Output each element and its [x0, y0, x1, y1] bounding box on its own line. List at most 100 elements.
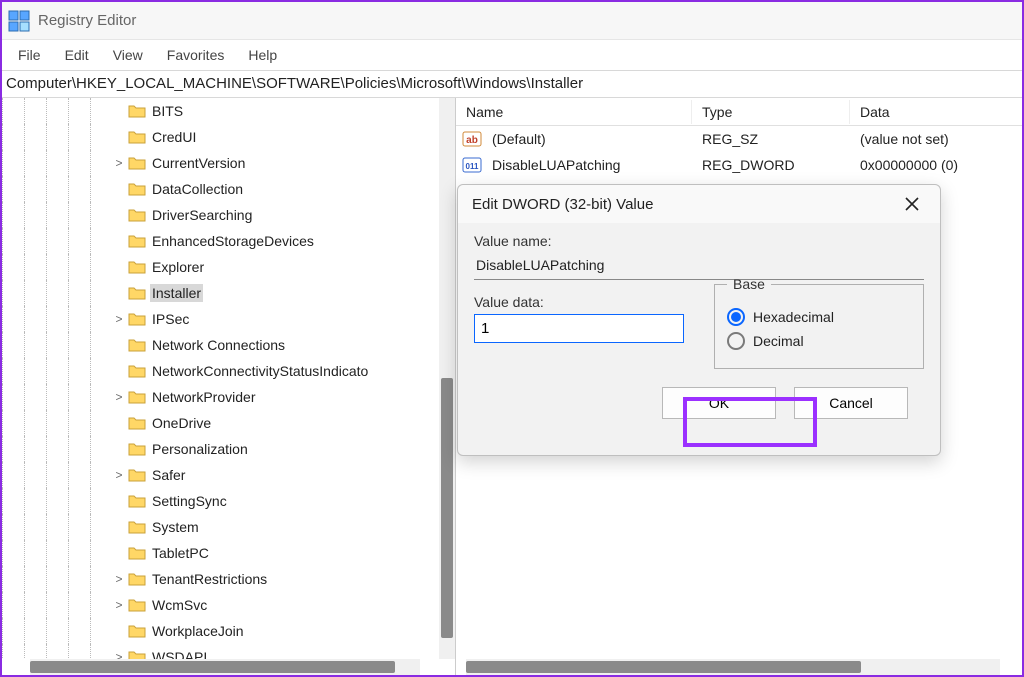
folder-icon: [128, 260, 146, 274]
tree-item-ipsec[interactable]: > IPSec: [2, 306, 439, 332]
dialog-title-bar[interactable]: Edit DWORD (32-bit) Value: [458, 185, 940, 223]
tree-item-label: Network Connections: [150, 336, 287, 354]
value-data-cell: 0x00000000 (0): [850, 155, 968, 175]
folder-icon: [128, 468, 146, 482]
cancel-button[interactable]: Cancel: [794, 387, 908, 419]
tree-item-tenantrestrictions[interactable]: > TenantRestrictions: [2, 566, 439, 592]
value-name-cell: DisableLUAPatching: [482, 155, 692, 175]
tree-vertical-scrollbar[interactable]: [439, 98, 455, 659]
tree-item-credui[interactable]: CredUI: [2, 124, 439, 150]
edit-dword-dialog: Edit DWORD (32-bit) Value Value name: Di…: [457, 184, 941, 456]
tree-item-label: Safer: [150, 466, 187, 484]
tree-item-label: CredUI: [150, 128, 198, 146]
folder-icon: [128, 520, 146, 534]
values-header: Name Type Data: [456, 98, 1022, 126]
tree-item-label: Installer: [150, 284, 203, 302]
tree-item-label: DataCollection: [150, 180, 245, 198]
chevron-right-icon[interactable]: >: [112, 598, 126, 612]
value-data-cell: (value not set): [850, 129, 959, 149]
tree-item-label: CurrentVersion: [150, 154, 247, 172]
values-horizontal-scrollbar[interactable]: [466, 659, 1000, 675]
menu-edit[interactable]: Edit: [55, 44, 99, 66]
column-header-name[interactable]: Name: [456, 100, 692, 124]
tree-item-currentversion[interactable]: > CurrentVersion: [2, 150, 439, 176]
close-icon[interactable]: [898, 190, 926, 218]
title-bar: Registry Editor: [2, 2, 1022, 40]
menu-favorites[interactable]: Favorites: [157, 44, 235, 66]
value-row[interactable]: 011DisableLUAPatchingREG_DWORD0x00000000…: [456, 152, 1022, 178]
chevron-right-icon[interactable]: >: [112, 390, 126, 404]
tree-item-label: DriverSearching: [150, 206, 254, 224]
tree-item-label: WcmSvc: [150, 596, 209, 614]
tree-item-explorer[interactable]: Explorer: [2, 254, 439, 280]
folder-icon: [128, 312, 146, 326]
tree-item-safer[interactable]: > Safer: [2, 462, 439, 488]
window-title: Registry Editor: [38, 12, 136, 29]
tree-item-label: BITS: [150, 102, 185, 120]
address-bar[interactable]: Computer\HKEY_LOCAL_MACHINE\SOFTWARE\Pol…: [2, 70, 1022, 98]
value-data-label: Value data:: [474, 294, 684, 310]
chevron-right-icon[interactable]: >: [112, 156, 126, 170]
folder-icon: [128, 182, 146, 196]
folder-icon: [128, 572, 146, 586]
chevron-right-icon[interactable]: >: [112, 468, 126, 482]
tree-item-wsdapi[interactable]: > WSDAPI: [2, 644, 439, 659]
folder-icon: [128, 364, 146, 378]
dialog-title: Edit DWORD (32-bit) Value: [472, 196, 653, 213]
folder-icon: [128, 598, 146, 612]
column-header-type[interactable]: Type: [692, 100, 850, 124]
string-value-icon: ab: [462, 129, 482, 149]
ok-button[interactable]: OK: [662, 387, 776, 419]
svg-text:ab: ab: [466, 135, 478, 146]
radio-hex-label: Hexadecimal: [753, 309, 834, 325]
tree-item-label: Explorer: [150, 258, 206, 276]
tree-item-datacollection[interactable]: DataCollection: [2, 176, 439, 202]
tree-item-personalization[interactable]: Personalization: [2, 436, 439, 462]
tree-item-workplacejoin[interactable]: WorkplaceJoin: [2, 618, 439, 644]
value-data-input[interactable]: [474, 314, 684, 343]
tree-item-label: System: [150, 518, 201, 536]
tree-item-label: IPSec: [150, 310, 191, 328]
chevron-right-icon[interactable]: >: [112, 572, 126, 586]
tree-item-label: OneDrive: [150, 414, 213, 432]
tree-item-enhancedstoragedevices[interactable]: EnhancedStorageDevices: [2, 228, 439, 254]
folder-icon: [128, 234, 146, 248]
tree-item-network-connections[interactable]: Network Connections: [2, 332, 439, 358]
tree-item-label: WorkplaceJoin: [150, 622, 246, 640]
menu-view[interactable]: View: [103, 44, 153, 66]
tree-item-tabletpc[interactable]: TabletPC: [2, 540, 439, 566]
tree-item-driversearching[interactable]: DriverSearching: [2, 202, 439, 228]
tree-item-label: EnhancedStorageDevices: [150, 232, 316, 250]
tree-item-onedrive[interactable]: OneDrive: [2, 410, 439, 436]
tree-item-networkprovider[interactable]: >NetworkProvider: [2, 384, 439, 410]
tree-item-system[interactable]: System: [2, 514, 439, 540]
tree-pane: BITS CredUI > CurrentVersion DataCollection D…: [2, 98, 456, 675]
menu-file[interactable]: File: [8, 44, 51, 66]
folder-icon: [128, 130, 146, 144]
tree-item-networkconnectivitystatusindicato[interactable]: NetworkConnectivityStatusIndicato: [2, 358, 439, 384]
radio-checked-icon: [727, 308, 745, 326]
chevron-right-icon[interactable]: >: [112, 650, 126, 659]
tree-item-label: TenantRestrictions: [150, 570, 269, 588]
value-name-label: Value name:: [474, 233, 924, 249]
base-legend: Base: [727, 276, 771, 292]
tree-item-installer[interactable]: Installer: [2, 280, 439, 306]
tree-item-wcmsvc[interactable]: > WcmSvc: [2, 592, 439, 618]
tree-horizontal-scrollbar[interactable]: [30, 659, 420, 675]
svg-text:011: 011: [466, 162, 479, 171]
folder-icon: [128, 442, 146, 456]
tree-item-settingsync[interactable]: SettingSync: [2, 488, 439, 514]
menu-help[interactable]: Help: [238, 44, 287, 66]
tree-item-label: WSDAPI: [150, 648, 209, 659]
folder-icon: [128, 104, 146, 118]
folder-icon: [128, 156, 146, 170]
column-header-data[interactable]: Data: [850, 100, 1022, 124]
folder-icon: [128, 546, 146, 560]
tree-item-bits[interactable]: BITS: [2, 98, 439, 124]
chevron-right-icon[interactable]: >: [112, 312, 126, 326]
value-row[interactable]: ab (Default)REG_SZ(value not set): [456, 126, 1022, 152]
radio-hexadecimal[interactable]: Hexadecimal: [727, 308, 911, 326]
radio-decimal[interactable]: Decimal: [727, 332, 911, 350]
value-type-cell: REG_SZ: [692, 129, 850, 149]
value-name-cell: (Default): [482, 129, 692, 149]
